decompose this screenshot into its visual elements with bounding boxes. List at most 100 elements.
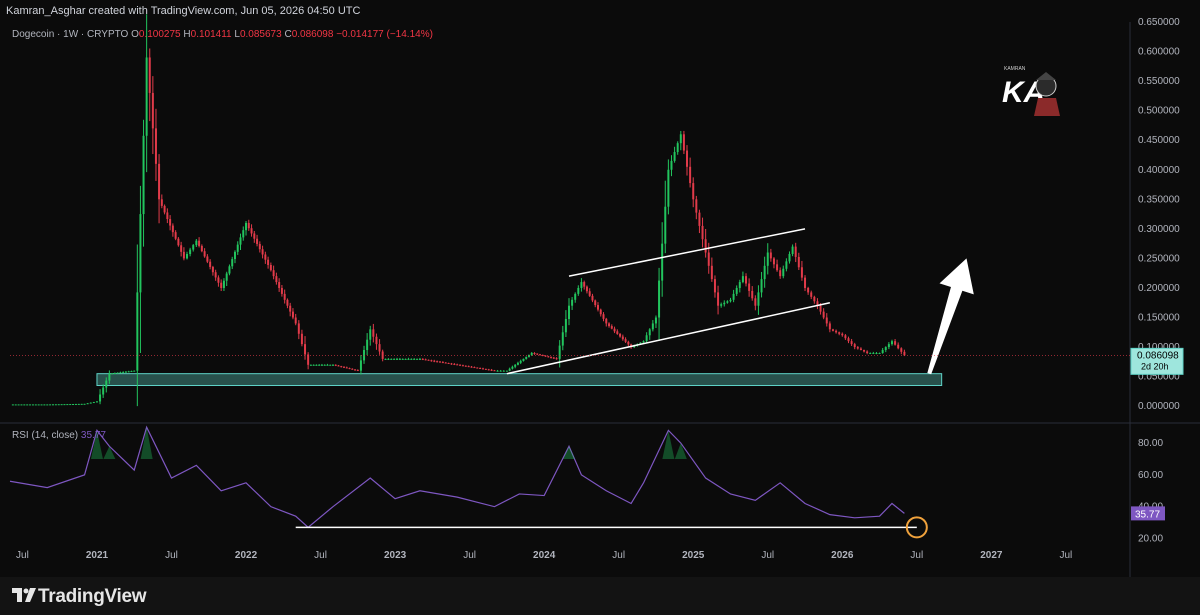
candle-body bbox=[66, 404, 69, 406]
candle-body bbox=[591, 295, 594, 301]
candle-body bbox=[427, 359, 430, 361]
candle-body bbox=[433, 360, 436, 362]
candle-body bbox=[105, 380, 108, 388]
time-tick-label: Jul bbox=[910, 550, 923, 561]
candle-body bbox=[658, 280, 661, 318]
candle-body bbox=[401, 358, 404, 360]
candle-body bbox=[203, 251, 206, 257]
time-tick-label: Jul bbox=[314, 550, 327, 561]
candle-body bbox=[160, 199, 163, 206]
candle-body bbox=[695, 199, 698, 213]
candle-body bbox=[645, 335, 648, 342]
candle-body bbox=[619, 333, 622, 337]
candle-body bbox=[69, 404, 72, 406]
candle-body bbox=[580, 282, 583, 288]
candle-body bbox=[627, 341, 630, 345]
candle-body bbox=[320, 364, 323, 366]
candle-body bbox=[624, 339, 627, 342]
candle-body bbox=[732, 293, 735, 300]
time-tick-label: Jul bbox=[1059, 550, 1072, 561]
candle-body bbox=[375, 336, 378, 345]
candle-body bbox=[555, 358, 558, 360]
candle-body bbox=[594, 300, 597, 306]
candle-body bbox=[602, 314, 605, 319]
candle-body bbox=[171, 225, 174, 233]
candle-body bbox=[398, 358, 401, 360]
candle-body bbox=[307, 354, 310, 365]
candle-body bbox=[130, 371, 133, 373]
candle-body bbox=[351, 368, 354, 370]
rsi-tick-label: 20.00 bbox=[1138, 533, 1163, 544]
rsi-tick-label: 80.00 bbox=[1138, 438, 1163, 449]
candle-body bbox=[651, 323, 654, 330]
candle-body bbox=[54, 404, 57, 406]
candle-body bbox=[642, 341, 645, 343]
candle-body bbox=[291, 311, 294, 318]
candle-body bbox=[329, 364, 332, 366]
candle-body bbox=[807, 287, 810, 293]
candle-body bbox=[198, 240, 201, 246]
candle-body bbox=[247, 222, 250, 229]
candle-body bbox=[689, 166, 692, 184]
time-tick-label: Jul bbox=[16, 550, 29, 561]
candle-body bbox=[514, 364, 517, 367]
candle-body bbox=[407, 358, 410, 360]
candle-body bbox=[233, 251, 236, 260]
chart-canvas[interactable]: 0.650000 0.600000 0.550000 0.500000 0.450000… bbox=[0, 0, 1200, 615]
candle-body bbox=[122, 372, 125, 374]
candle-body bbox=[148, 57, 151, 93]
candle-body bbox=[166, 212, 169, 220]
rsi-label[interactable]: RSI (14, close) bbox=[12, 430, 78, 441]
candle-body bbox=[211, 266, 214, 273]
candle-body bbox=[46, 404, 49, 406]
candle-body bbox=[413, 358, 416, 360]
candle-body bbox=[356, 370, 359, 372]
candle-body bbox=[99, 394, 102, 402]
candle-body bbox=[116, 372, 119, 374]
candle-body bbox=[841, 333, 844, 336]
candle-body bbox=[470, 366, 473, 368]
candle-body bbox=[822, 311, 825, 318]
candle-body bbox=[505, 370, 508, 372]
candle-body bbox=[741, 276, 744, 283]
candle-body bbox=[717, 292, 720, 306]
candle-body bbox=[558, 345, 561, 359]
candle-body bbox=[272, 270, 275, 277]
candle-body bbox=[294, 317, 297, 324]
price-tag-countdown: 2d 20h bbox=[1141, 361, 1169, 371]
candle-body bbox=[250, 228, 253, 234]
candle-body bbox=[682, 134, 685, 151]
tradingview-logo[interactable]: TradingView bbox=[12, 586, 147, 608]
price-tick-label: 0.400000 bbox=[1138, 165, 1180, 176]
candle-body bbox=[547, 356, 550, 358]
candle-body bbox=[698, 212, 701, 226]
candle-body bbox=[484, 368, 487, 370]
candle-body bbox=[337, 365, 340, 367]
candle-body bbox=[182, 251, 185, 259]
price-tick-label: 0.000000 bbox=[1138, 401, 1180, 412]
candle-body bbox=[779, 270, 782, 277]
candle-body bbox=[354, 369, 357, 371]
candle-body bbox=[701, 225, 704, 240]
time-tick-label: 2022 bbox=[235, 550, 258, 561]
candle-body bbox=[482, 368, 484, 370]
candle-body bbox=[810, 292, 813, 297]
candle-body bbox=[225, 273, 228, 281]
candle-body bbox=[763, 265, 766, 280]
candle-body bbox=[239, 237, 242, 245]
candle-body bbox=[459, 364, 462, 366]
candle-body bbox=[145, 57, 148, 136]
candle-body bbox=[231, 259, 234, 267]
rsi-overbought-fill bbox=[674, 443, 687, 459]
rsi-legend: RSI (14, close) 35.77 bbox=[12, 430, 106, 441]
candle-body bbox=[421, 358, 424, 360]
candle-body bbox=[275, 276, 278, 283]
candle-body bbox=[80, 403, 83, 405]
candle-body bbox=[253, 233, 256, 239]
candle-body bbox=[467, 366, 470, 368]
candle-body bbox=[124, 371, 127, 373]
candle-body bbox=[92, 402, 95, 404]
candle-body bbox=[794, 246, 797, 257]
candle-body bbox=[605, 318, 608, 324]
candle-body bbox=[323, 364, 326, 366]
